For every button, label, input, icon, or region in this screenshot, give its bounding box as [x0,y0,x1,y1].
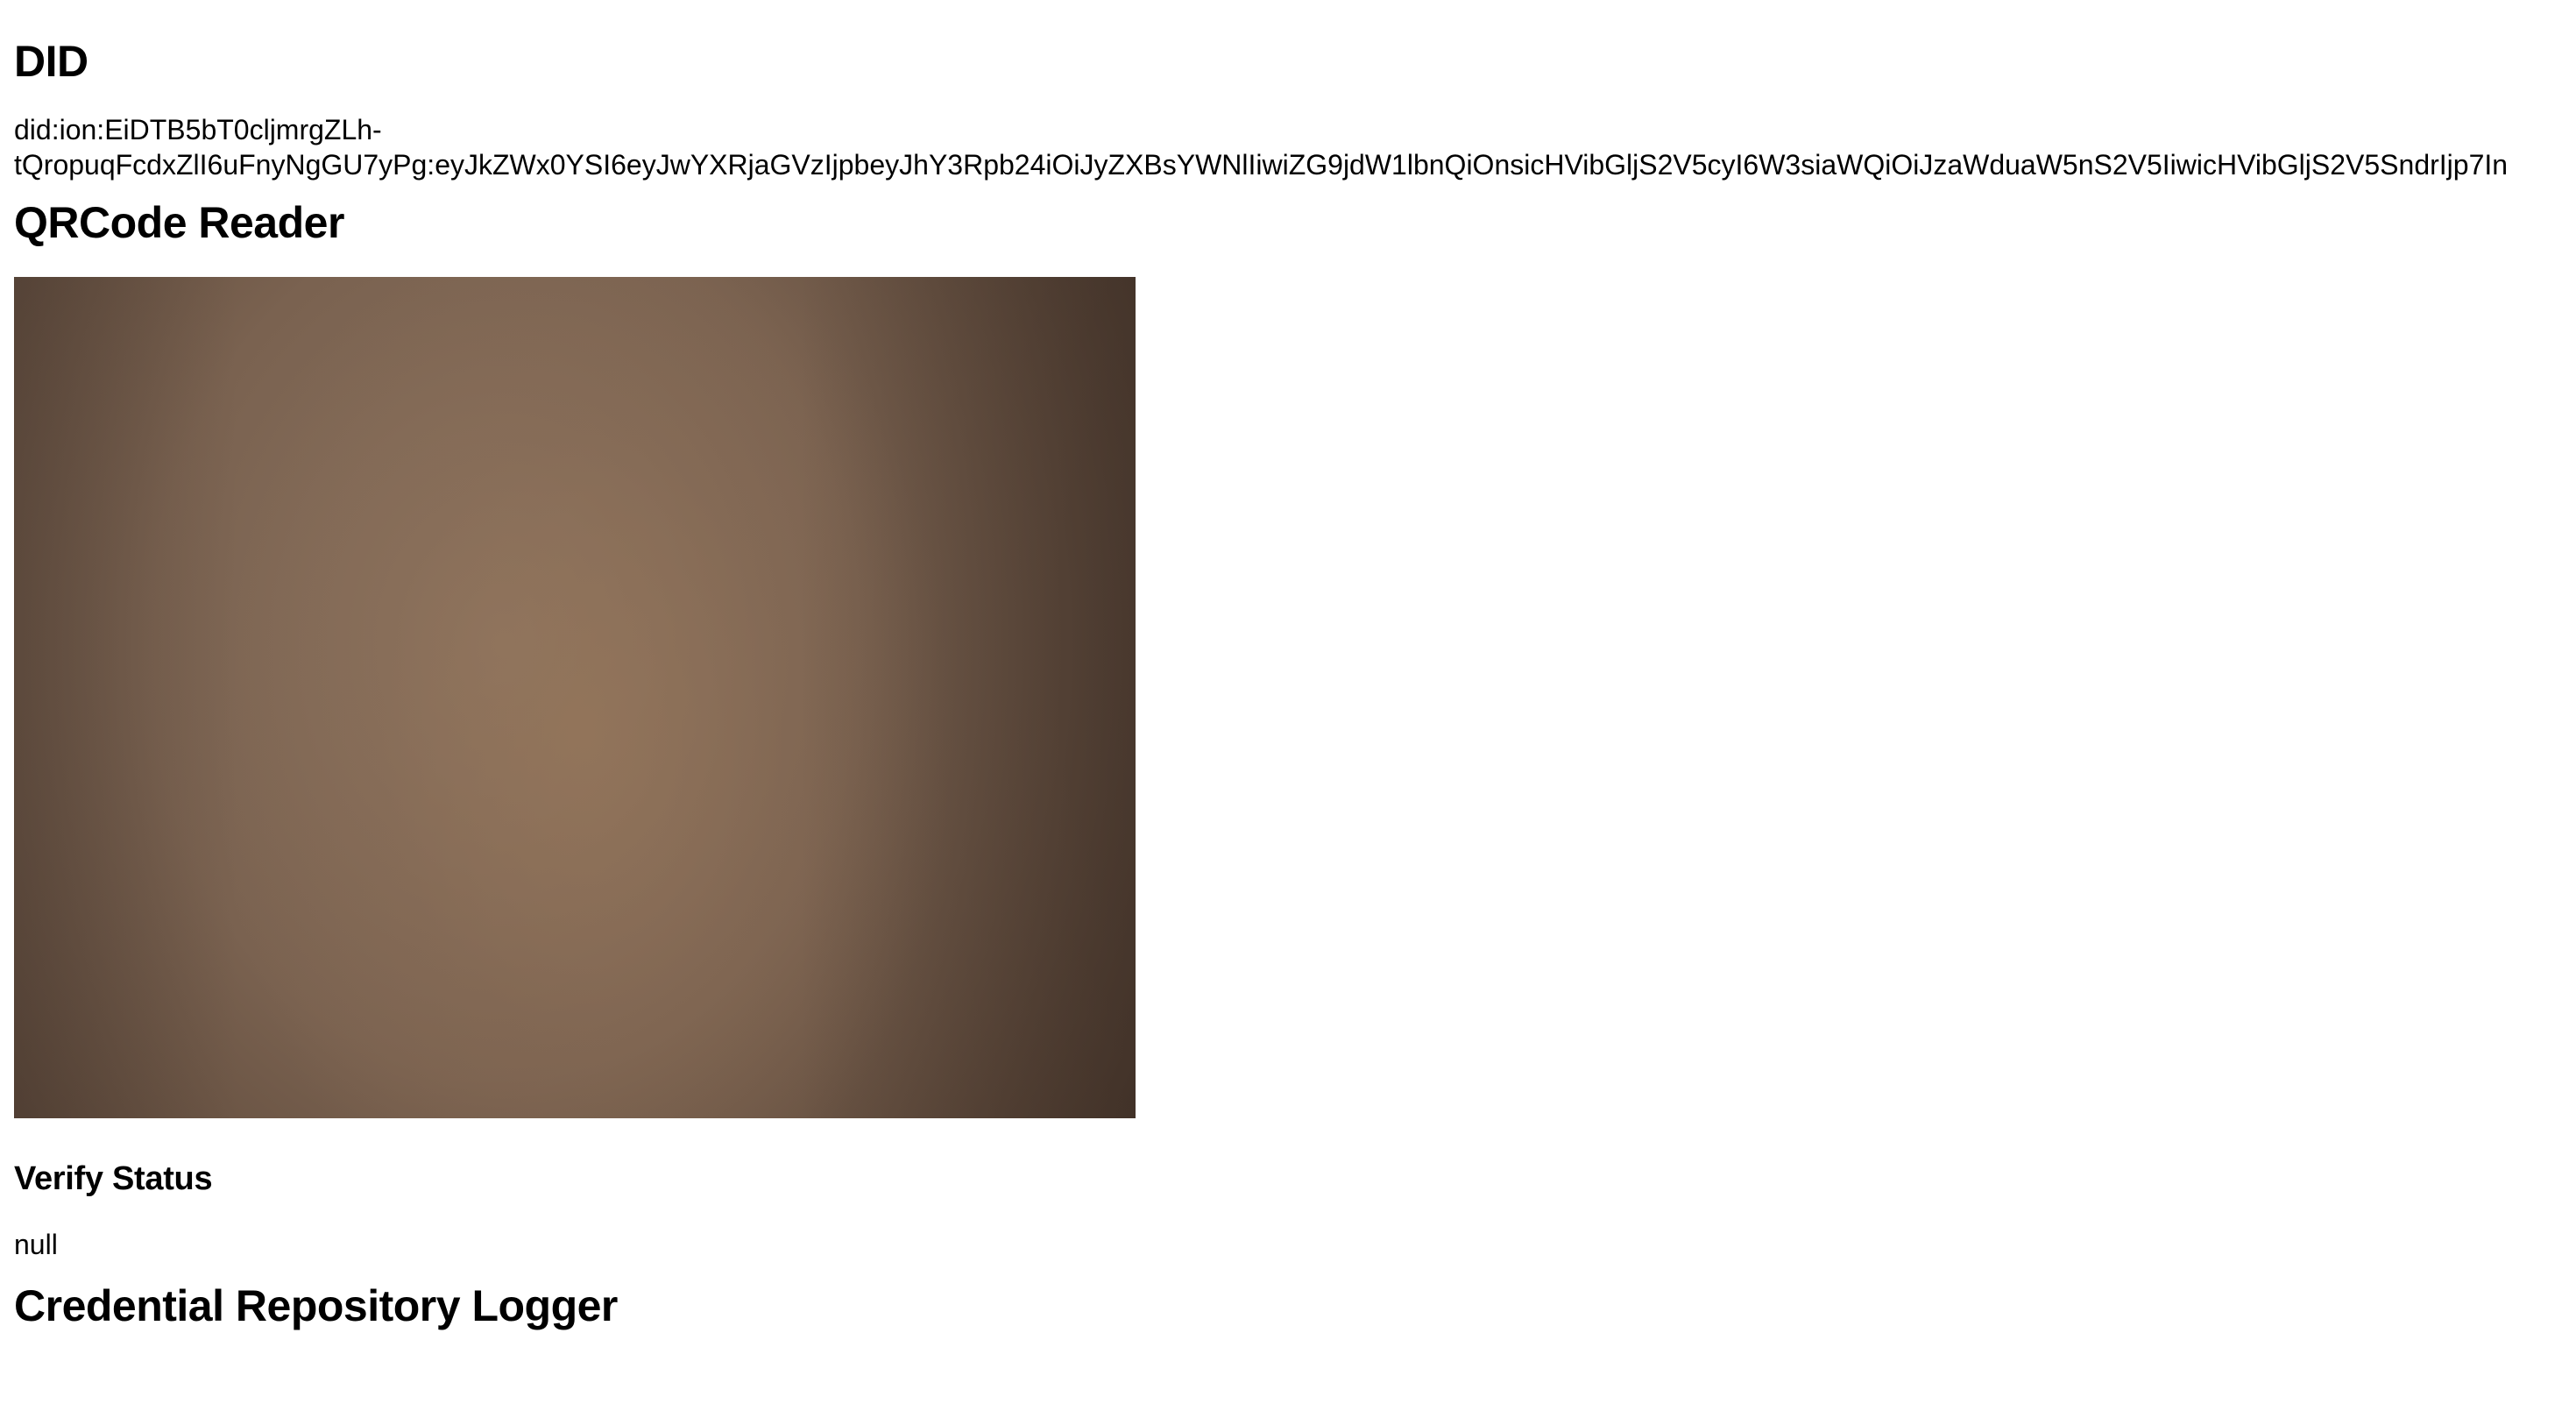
verify-status-value: null [14,1229,58,1260]
credential-repository-logger-heading: Credential Repository Logger [14,1281,618,1330]
page: DID did:ion:EiDTB5bT0cljmrgZLh- tQropuqF… [0,35,2576,1332]
camera-vignette [14,277,1136,1118]
did-value: did:ion:EiDTB5bT0cljmrgZLh- tQropuqFcdxZ… [14,112,2576,182]
qrcode-camera-preview[interactable] [14,277,1136,1118]
did-heading: DID [14,37,88,86]
did-value-line2: tQropuqFcdxZlI6uFnyNgGU7yPg:eyJkZWx0YSI6… [14,149,2509,181]
qrcode-reader-heading: QRCode Reader [14,198,344,247]
verify-status-heading: Verify Status [14,1160,213,1197]
did-value-line1: did:ion:EiDTB5bT0cljmrgZLh- [14,114,382,145]
